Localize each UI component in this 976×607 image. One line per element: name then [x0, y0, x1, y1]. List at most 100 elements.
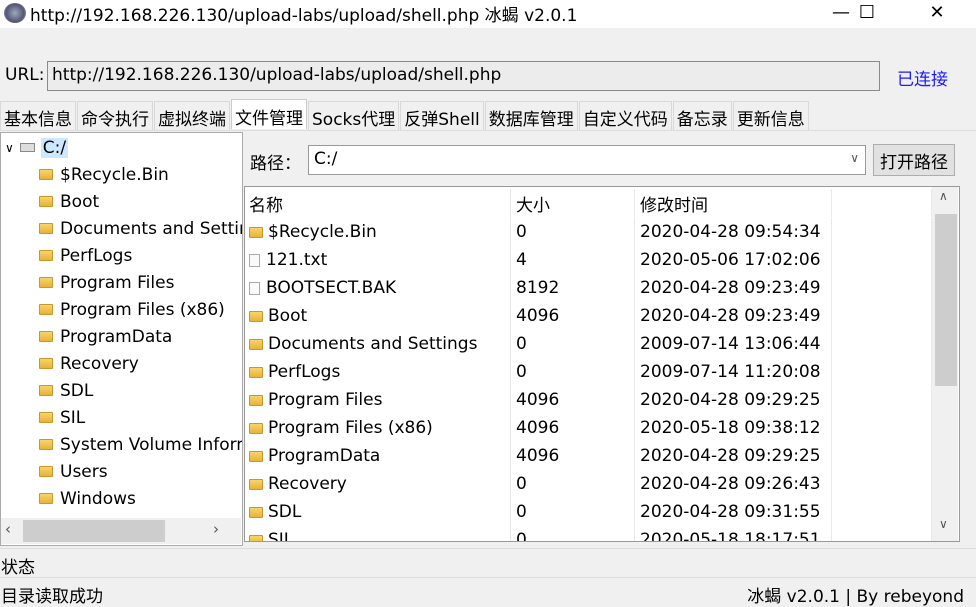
header-name[interactable]: 名称 — [245, 189, 511, 217]
maximize-button[interactable]: ☐ — [844, 0, 890, 28]
tree-item-label: Program Files — [60, 272, 175, 293]
tree-item[interactable]: Program Files (x86) — [39, 296, 225, 323]
cell-time: 2009-07-14 11:20:08 — [635, 358, 832, 386]
cell-time: 2020-04-28 09:29:25 — [635, 442, 832, 470]
tree-item-label: Users — [60, 461, 108, 482]
tree-item[interactable]: Boot — [39, 188, 99, 215]
header-time[interactable]: 修改时间 — [635, 189, 832, 217]
file-name: Recovery — [268, 474, 347, 494]
file-name: BOOTSECT.BAK — [266, 278, 397, 298]
path-label: 路径： — [250, 154, 301, 174]
scroll-down-icon[interactable]: ∨ — [939, 517, 948, 531]
cell-time: 2020-04-28 09:23:49 — [635, 274, 832, 302]
folder-icon — [39, 493, 53, 504]
cell-name: SDL — [245, 498, 511, 526]
table-row[interactable]: PerfLogs 0 2009-07-14 11:20:08 — [245, 358, 932, 386]
cell-size: 4096 — [511, 386, 635, 414]
tree-root[interactable]: ∨ C:/ — [5, 134, 69, 161]
tree-item[interactable]: $Recycle.Bin — [39, 161, 169, 188]
window-title: http://192.168.226.130/upload-labs/uploa… — [30, 6, 578, 26]
table-row[interactable]: BOOTSECT.BAK 8192 2020-04-28 09:23:49 — [245, 274, 932, 302]
folder-icon — [249, 422, 263, 434]
drive-icon — [19, 143, 35, 152]
collapse-icon[interactable]: ∨ — [5, 141, 14, 155]
tree-item[interactable]: SDL — [39, 377, 93, 404]
folder-icon — [249, 226, 263, 238]
table-row[interactable]: Program Files 4096 2020-04-28 09:29:25 — [245, 386, 932, 414]
table-row[interactable]: Documents and Settings 0 2009-07-14 13:06:… — [245, 330, 932, 358]
tree-item[interactable]: Program Files — [39, 269, 174, 296]
folder-icon — [39, 223, 53, 234]
tree-item[interactable]: ProgramData — [39, 323, 172, 350]
tab-2[interactable]: 虚拟终端 — [154, 101, 230, 130]
path-combobox[interactable]: C:/ ∨ — [308, 145, 866, 175]
tab-bar: 基本信息 命令执行 虚拟终端 文件管理 Socks代理 反弹Shell 数据库管理 自定义代码… — [0, 99, 810, 130]
tab-7[interactable]: 自定义代码 — [578, 101, 672, 130]
tree-item-label: SDL — [60, 380, 94, 401]
tree-item[interactable]: System Volume Information — [39, 431, 242, 458]
table-row[interactable]: ProgramData 4096 2020-04-28 09:29:25 — [245, 442, 932, 470]
cell-name: 121.txt — [245, 246, 511, 274]
cell-size: 4096 — [511, 414, 635, 442]
cell-size: 8192 — [511, 274, 635, 302]
folder-icon — [249, 394, 263, 406]
file-name: Program Files (x86) — [268, 418, 433, 438]
file-name: SIL — [268, 530, 294, 542]
cell-size: 0 — [511, 218, 635, 246]
cell-size: 0 — [511, 330, 635, 358]
table-row[interactable]: Program Files (x86) 4096 2020-05-18 09:38:… — [245, 414, 932, 442]
header-size[interactable]: 大小 — [511, 189, 635, 217]
table-row[interactable]: Recovery 0 2020-04-28 09:26:43 — [245, 470, 932, 498]
tree-item[interactable]: Recovery — [39, 350, 139, 377]
cell-name: ProgramData — [245, 442, 511, 470]
directory-tree[interactable]: ∨ C:/ $Recycle.Bin Boot Documents and Sett… — [0, 132, 243, 546]
tab-8[interactable]: 备忘录 — [672, 101, 732, 130]
cell-size: 4 — [511, 246, 635, 274]
tree-item[interactable]: Windows — [39, 485, 136, 512]
open-path-button[interactable]: 打开路径 — [873, 144, 955, 176]
table-row[interactable]: SDL 0 2020-04-28 09:31:55 — [245, 498, 932, 526]
table-header: 名称 大小 修改时间 — [245, 189, 932, 217]
cell-name: PerfLogs — [245, 358, 511, 386]
tab-3[interactable]: 文件管理 — [231, 99, 307, 129]
file-name: SDL — [268, 502, 302, 522]
tree-item-label: Recovery — [60, 353, 139, 374]
tab-0[interactable]: 基本信息 — [0, 101, 76, 130]
tab-1[interactable]: 命令执行 — [77, 101, 153, 130]
scroll-right-icon[interactable]: › — [213, 520, 219, 538]
cell-time: 2020-05-06 17:02:06 — [635, 246, 832, 274]
scroll-left-icon[interactable]: ‹ — [5, 520, 11, 538]
tree-item[interactable]: PerfLogs — [39, 242, 132, 269]
scroll-thumb[interactable] — [935, 214, 957, 386]
folder-icon — [249, 534, 263, 541]
tree-item[interactable]: Documents and Settings — [39, 215, 242, 242]
table-row[interactable]: SIL 0 2020-05-18 18:17:51 — [245, 526, 932, 542]
file-name: ProgramData — [268, 446, 381, 466]
tab-9[interactable]: 更新信息 — [732, 101, 809, 130]
tab-6[interactable]: 数据库管理 — [484, 101, 578, 130]
tab-5[interactable]: 反弹Shell — [400, 101, 484, 130]
scroll-up-icon[interactable]: ∧ — [939, 189, 948, 203]
file-name: Boot — [268, 306, 308, 326]
table-row[interactable]: $Recycle.Bin 0 2020-04-28 09:54:34 — [245, 218, 932, 246]
tab-4[interactable]: Socks代理 — [308, 101, 400, 130]
file-name: PerfLogs — [268, 362, 341, 382]
table-row[interactable]: 121.txt 4 2020-05-06 17:02:06 — [245, 246, 932, 274]
folder-icon — [39, 412, 53, 423]
folder-icon — [39, 196, 53, 207]
folder-icon — [39, 250, 53, 261]
scroll-thumb[interactable] — [23, 520, 165, 542]
close-button[interactable]: ✕ — [914, 0, 960, 28]
tree-item[interactable]: Users — [39, 458, 108, 485]
file-icon — [249, 281, 260, 295]
tree-horizontal-scrollbar[interactable]: ‹ › — [1, 518, 241, 544]
tree-root-label: C:/ — [40, 137, 69, 158]
cell-size: 0 — [511, 358, 635, 386]
folder-icon — [39, 466, 53, 477]
chevron-down-icon[interactable]: ∨ — [850, 151, 859, 165]
url-input[interactable]: http://192.168.226.130/upload-labs/uploa… — [47, 61, 880, 91]
cell-name: Program Files — [245, 386, 511, 414]
cell-name: $Recycle.Bin — [245, 218, 511, 246]
table-row[interactable]: Boot 4096 2020-04-28 09:23:49 — [245, 302, 932, 330]
tree-item[interactable]: SIL — [39, 404, 85, 431]
